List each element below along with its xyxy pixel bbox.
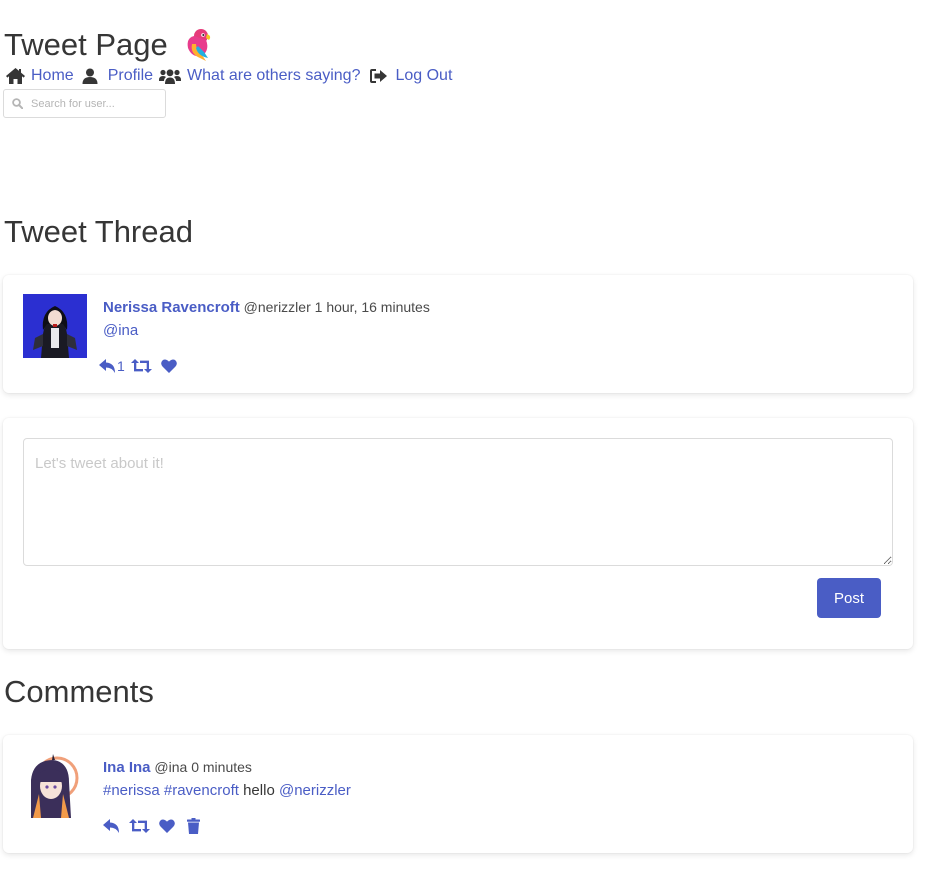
retweet-icon [130, 359, 152, 373]
search-icon [12, 98, 23, 109]
nav-home-label: Home [31, 67, 74, 84]
mention-link[interactable]: @nerizzler [279, 782, 351, 799]
main-nav: Home Profile What are others saying? Log… [6, 67, 452, 85]
page: Tweet Page Home Profile What are others … [0, 0, 928, 885]
heart-icon [159, 819, 175, 833]
reply-count: 1 [117, 358, 125, 374]
like-button[interactable] [160, 359, 177, 373]
nav-others-link[interactable]: What are others saying? [159, 67, 360, 85]
comment-text: #nerissa #ravencroft hello @nerizzler [103, 782, 351, 799]
mention-link[interactable]: @ina [103, 322, 138, 339]
comment-avatar-image [23, 754, 87, 818]
author-name[interactable]: Nerissa Ravencroft [103, 299, 240, 316]
hashtag-link[interactable]: #ravencroft [164, 782, 239, 799]
sign-out-icon [370, 69, 388, 83]
comment-actions [103, 818, 200, 834]
tweet-compose-textarea[interactable] [23, 438, 893, 566]
tweet-actions: 1 [99, 358, 177, 374]
nav-others-label: What are others saying? [187, 67, 361, 84]
reply-icon [103, 818, 119, 833]
user-search [3, 89, 166, 118]
comment-like-button[interactable] [159, 819, 175, 833]
comment-delete-button[interactable] [187, 818, 200, 834]
nav-profile-link[interactable]: Profile [82, 67, 153, 85]
page-title-text: Tweet Page [4, 26, 168, 62]
tweet-text: @ina [103, 322, 430, 339]
user-icon [82, 68, 98, 84]
avatar-image [23, 294, 87, 358]
page-title: Tweet Page [4, 27, 214, 63]
parrot-icon [187, 28, 210, 61]
comment-author-name[interactable]: Ina Ina [103, 759, 151, 776]
nav-logout-link[interactable]: Log Out [370, 67, 452, 85]
reply-button[interactable]: 1 [99, 358, 125, 374]
comment-author-avatar[interactable] [23, 754, 87, 818]
home-icon [6, 68, 25, 84]
post-button[interactable]: Post [817, 578, 881, 618]
author-avatar[interactable] [23, 294, 87, 358]
comment-reply-button[interactable] [103, 818, 120, 834]
nav-logout-label: Log Out [395, 67, 453, 84]
tweet-time: 1 hour, 16 minutes [314, 299, 430, 315]
hashtag-link[interactable]: #nerissa [103, 782, 160, 799]
retweet-icon [129, 819, 150, 833]
trash-icon [187, 818, 200, 834]
thread-heading: Tweet Thread [4, 214, 193, 249]
comment-meta: Ina Ina @ina 0 minutes [103, 759, 351, 776]
comment-body: Ina Ina @ina 0 minutes #nerissa #ravencr… [103, 759, 351, 799]
comment-time: 0 minutes [191, 759, 252, 775]
comment-retweet-button[interactable] [129, 819, 150, 833]
heart-icon [160, 359, 177, 373]
tweet-card: Nerissa Ravencroft @nerizzler 1 hour, 16… [3, 275, 913, 393]
tweet-meta: Nerissa Ravencroft @nerizzler 1 hour, 16… [103, 299, 430, 316]
comments-heading: Comments [4, 674, 154, 709]
nav-profile-label: Profile [107, 67, 154, 84]
nav-home-link[interactable]: Home [6, 67, 74, 85]
user-search-input[interactable] [31, 97, 161, 110]
tweet-body: Nerissa Ravencroft @nerizzler 1 hour, 16… [103, 299, 430, 339]
users-icon [159, 68, 182, 84]
author-handle: @nerizzler [243, 299, 311, 315]
comment-author-handle: @ina [154, 759, 188, 775]
reply-icon [99, 358, 115, 373]
compose-card: Post [3, 418, 913, 649]
comment-card: Ina Ina @ina 0 minutes #nerissa #ravencr… [3, 735, 913, 853]
comment-plain-text: hello [243, 782, 275, 799]
retweet-button[interactable] [130, 359, 152, 373]
